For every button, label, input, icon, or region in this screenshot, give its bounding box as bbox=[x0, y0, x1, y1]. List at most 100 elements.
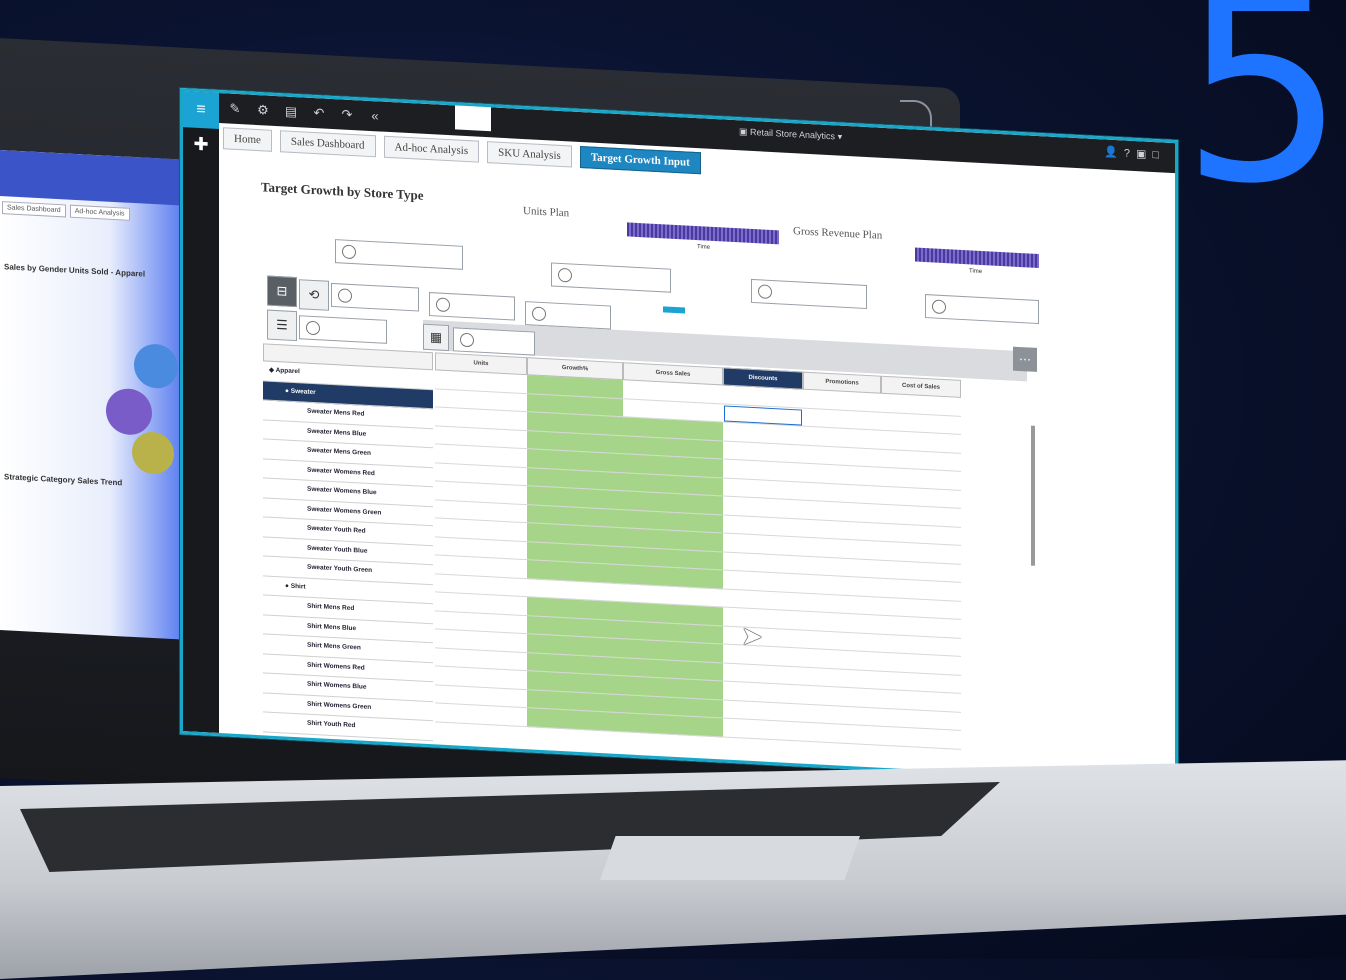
toolbar-right-icons: 👤?▣□ bbox=[1104, 145, 1165, 161]
units-plan-label: Units Plan bbox=[523, 204, 570, 220]
columns-icon[interactable]: ▦ bbox=[423, 323, 449, 352]
grid-cell[interactable] bbox=[881, 726, 961, 750]
dimension-icon bbox=[932, 299, 946, 315]
back-icon[interactable]: « bbox=[363, 101, 387, 132]
units-plan-axis-label: Time bbox=[697, 244, 711, 251]
row-header-label: Sweater Womens Green bbox=[307, 505, 382, 517]
product-selector[interactable] bbox=[335, 239, 463, 270]
cube-title: Retail Store Analytics bbox=[750, 126, 836, 142]
laptop-touchpad bbox=[600, 836, 860, 880]
grid-cell[interactable] bbox=[803, 722, 881, 746]
store-selector[interactable] bbox=[751, 278, 867, 310]
cube-selector[interactable]: ▣ Retail Store Analytics ▾ bbox=[739, 126, 842, 142]
help-icon[interactable]: ? bbox=[1124, 147, 1136, 160]
rows-icon[interactable]: ☰ bbox=[267, 309, 297, 342]
dimension-icon bbox=[460, 332, 474, 348]
add-icon[interactable]: ✚ bbox=[183, 133, 219, 156]
tab-target-growth-input[interactable]: Target Growth Input bbox=[579, 145, 701, 175]
tab-adhoc-analysis[interactable]: Ad-hoc Analysis bbox=[383, 135, 480, 163]
row-header-label: Sweater Womens Blue bbox=[307, 485, 377, 497]
row-header-label: Shirt Mens Green bbox=[307, 641, 361, 652]
redo-icon[interactable]: ↷ bbox=[335, 99, 359, 130]
grid-column: Discounts bbox=[723, 367, 803, 742]
row-header-label: Sweater Youth Green bbox=[307, 563, 373, 575]
export-icon[interactable]: ▣ bbox=[1136, 148, 1152, 161]
bubble-chart-bubble bbox=[134, 343, 178, 390]
dimension-icon bbox=[532, 306, 546, 322]
more-icon[interactable]: ⋯ bbox=[1013, 346, 1037, 372]
rows-product-selector[interactable] bbox=[299, 315, 387, 344]
dimension-icon bbox=[758, 284, 772, 300]
row-header-label: Sweater Mens Green bbox=[307, 446, 371, 458]
refresh-icon[interactable]: ⟲ bbox=[299, 279, 329, 311]
vertical-scrollbar[interactable] bbox=[1031, 425, 1035, 566]
expand-icon: ◆ bbox=[269, 366, 276, 375]
version-filter[interactable] bbox=[331, 282, 419, 312]
time-selector[interactable] bbox=[551, 262, 671, 293]
grid-cell[interactable] bbox=[435, 703, 527, 727]
background-window: Sales Dashboard Ad-hoc Analysis Sales by … bbox=[0, 150, 182, 640]
grid-cell[interactable] bbox=[623, 713, 723, 737]
page-title: Target Growth by Store Type bbox=[261, 179, 424, 203]
cube-icon: ▣ bbox=[739, 126, 751, 137]
grid-column: Promotions bbox=[803, 371, 881, 746]
grid-column: Growth% bbox=[527, 357, 623, 732]
gross-revenue-axis-label: Time bbox=[969, 268, 983, 276]
grid-cell[interactable] bbox=[527, 708, 623, 732]
back-tab-sales-dashboard[interactable]: Sales Dashboard bbox=[2, 201, 66, 218]
measures-selector[interactable] bbox=[453, 327, 535, 356]
gross-revenue-sparkline[interactable] bbox=[915, 247, 1039, 269]
row-header-label: Shirt Womens Blue bbox=[307, 680, 367, 691]
dimension-icon bbox=[436, 297, 450, 313]
time-filter[interactable] bbox=[429, 292, 515, 321]
user-icon[interactable]: 👤 bbox=[1104, 146, 1124, 159]
units-plan-sparkline[interactable] bbox=[627, 222, 779, 245]
bubble-chart-bubble bbox=[106, 387, 152, 436]
save-icon[interactable]: ▤ bbox=[279, 96, 303, 127]
tab-sku-analysis[interactable]: SKU Analysis bbox=[487, 141, 572, 168]
row-headers: ◆ Apparel ● Sweater Sweater Mens Red Sweate… bbox=[263, 343, 433, 741]
promo-number: 5 bbox=[1180, 0, 1346, 241]
settings-icon[interactable]: ⚙ bbox=[251, 95, 275, 126]
version-selector[interactable] bbox=[925, 294, 1039, 325]
back-chart2-title: Strategic Category Sales Trend bbox=[4, 472, 123, 488]
layout-icon[interactable]: ⊟ bbox=[267, 275, 297, 308]
row-header-label: Sweater Youth Red bbox=[307, 524, 366, 535]
dimension-icon bbox=[342, 244, 356, 260]
grid-column: Units bbox=[435, 352, 527, 727]
row-header-label: Shirt Womens Red bbox=[307, 661, 365, 672]
mouse-cursor-icon: ➤ bbox=[741, 620, 763, 652]
chevron-down-icon: ▾ bbox=[835, 131, 843, 142]
bubble-chart-bubble bbox=[132, 430, 174, 476]
row-header-label: Sweater Womens Red bbox=[307, 466, 375, 477]
dimension-icon bbox=[338, 288, 352, 304]
back-chart1-title: Sales by Gender Units Sold - Apparel bbox=[4, 262, 146, 279]
back-tab-adhoc[interactable]: Ad-hoc Analysis bbox=[69, 204, 130, 221]
toolbar-popup bbox=[455, 99, 491, 132]
undo-icon[interactable]: ↶ bbox=[307, 98, 331, 129]
tab-home[interactable]: Home bbox=[223, 127, 272, 152]
grid-column: Gross Sales bbox=[623, 362, 723, 737]
row-header-label: Sweater Youth Blue bbox=[307, 544, 368, 555]
grid-column: Cost of Sales bbox=[881, 375, 961, 750]
dimension-icon bbox=[306, 320, 320, 336]
window-icon[interactable]: □ bbox=[1152, 149, 1165, 162]
row-header-label: Sweater Mens Red bbox=[307, 407, 365, 418]
dimension-icon bbox=[558, 267, 572, 283]
pencil-icon[interactable]: ✎ bbox=[223, 93, 247, 124]
row-header-label: Shirt Womens Green bbox=[307, 700, 372, 711]
row-header-label: Shirt Mens Blue bbox=[307, 622, 357, 632]
row-header-label: Shirt bbox=[290, 582, 306, 591]
main-window: ≡ ✚ ✎ ⚙ ▤ ↶ ↷ « ▣ Retail Store Analytics ▾ 👤?… bbox=[180, 88, 1178, 787]
slider-handle[interactable] bbox=[663, 306, 685, 314]
sidebar: ≡ ✚ bbox=[183, 91, 219, 734]
row-header-label: Shirt Mens Red bbox=[307, 602, 355, 613]
row-header-label: Sweater Mens Blue bbox=[307, 427, 367, 438]
menu-icon[interactable]: ≡ bbox=[183, 91, 219, 130]
row-header-label: Shirt Youth Red bbox=[307, 719, 356, 730]
tab-sales-dashboard[interactable]: Sales Dashboard bbox=[279, 130, 376, 158]
row-header-label: Sweater bbox=[290, 387, 316, 396]
grid-cell[interactable] bbox=[723, 718, 803, 742]
gross-revenue-plan-label: Gross Revenue Plan bbox=[793, 225, 883, 242]
row-header-label: Apparel bbox=[275, 367, 300, 376]
